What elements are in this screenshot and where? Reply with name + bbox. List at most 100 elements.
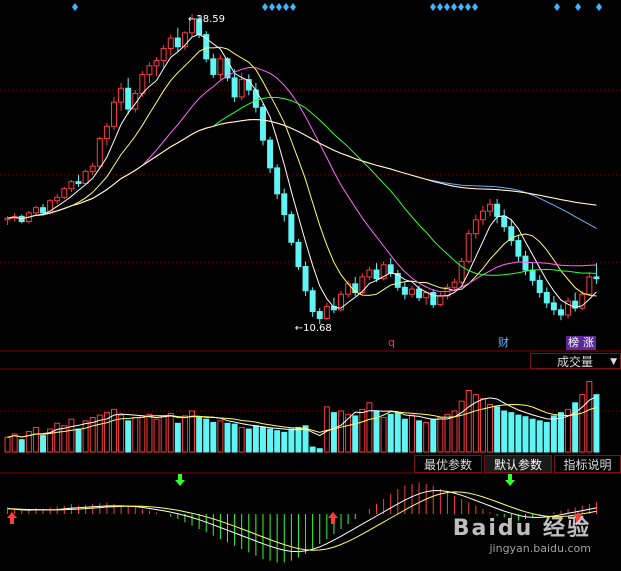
candle-body bbox=[118, 87, 125, 103]
candle-body bbox=[288, 214, 295, 243]
candle-body bbox=[54, 196, 61, 202]
volume-bar bbox=[231, 423, 238, 453]
volume-bar bbox=[68, 418, 75, 453]
volume-bar bbox=[394, 412, 401, 453]
event-marker-rank[interactable]: 榜 bbox=[566, 336, 581, 350]
candle-body bbox=[593, 276, 600, 280]
candle-body bbox=[61, 188, 68, 198]
volume-bar bbox=[75, 428, 82, 453]
volume-bar bbox=[281, 431, 288, 453]
indicator-help-button[interactable]: 指标说明 bbox=[554, 455, 621, 473]
volume-bar bbox=[416, 420, 423, 453]
signal-diamond-icon bbox=[465, 3, 471, 11]
candle-body bbox=[515, 240, 522, 257]
volume-bar bbox=[40, 435, 47, 453]
candle-body bbox=[103, 125, 110, 139]
volume-bar bbox=[181, 415, 188, 453]
signal-diamond-icon bbox=[290, 3, 296, 11]
stock-chart[interactable]: ←28.59 ←10.68 bbox=[0, 0, 621, 571]
low-price-label: ←10.68 bbox=[295, 323, 332, 334]
signal-diamond-icon bbox=[596, 3, 602, 11]
candle-body bbox=[451, 281, 458, 288]
volume-bar bbox=[515, 414, 522, 453]
volume-bar bbox=[338, 410, 345, 453]
candle-body bbox=[82, 170, 89, 184]
default-params-button[interactable]: 默认参数 bbox=[484, 455, 552, 473]
ma10-line bbox=[7, 46, 597, 297]
volume-bar bbox=[252, 425, 259, 453]
volume-bar bbox=[54, 422, 61, 453]
volume-ma10-line bbox=[7, 403, 597, 438]
volume-bar bbox=[267, 428, 274, 453]
volume-bar bbox=[25, 431, 32, 453]
candle-body bbox=[366, 269, 373, 278]
volume-bar bbox=[196, 417, 203, 453]
best-params-button[interactable]: 最优参数 bbox=[414, 455, 482, 473]
candle-body bbox=[323, 305, 330, 319]
candle-body bbox=[316, 311, 323, 319]
price-panel[interactable] bbox=[4, 14, 600, 324]
volume-bar bbox=[536, 420, 543, 453]
volume-bar bbox=[245, 428, 252, 453]
volume-bar bbox=[61, 425, 68, 453]
indicator-select[interactable]: 成交量 ▼ bbox=[530, 353, 621, 369]
volume-bar bbox=[217, 420, 224, 453]
candle-body bbox=[458, 260, 465, 283]
candle-body bbox=[494, 203, 501, 217]
volume-bar bbox=[118, 414, 125, 453]
volume-panel[interactable] bbox=[4, 380, 600, 453]
volume-bar bbox=[288, 428, 295, 453]
candle-body bbox=[536, 279, 543, 293]
candle-body bbox=[274, 167, 281, 195]
volume-bar bbox=[323, 406, 330, 453]
signal-diamond-icon bbox=[437, 3, 443, 11]
signal-diamond-icon bbox=[451, 3, 457, 11]
sell-arrow-icon bbox=[175, 474, 185, 486]
volume-bar bbox=[579, 394, 586, 453]
volume-bar bbox=[295, 426, 302, 453]
candle-body bbox=[437, 295, 444, 306]
high-price-label: ←28.59 bbox=[188, 14, 225, 25]
candle-body bbox=[32, 207, 39, 214]
volume-bar bbox=[146, 413, 153, 453]
volume-bar bbox=[210, 421, 217, 453]
volume-bar bbox=[408, 414, 415, 453]
event-marker-rise[interactable]: 涨 bbox=[581, 336, 596, 350]
event-marker-finance[interactable]: 财 bbox=[496, 336, 511, 350]
candle-body bbox=[238, 79, 245, 98]
candle-body bbox=[408, 288, 415, 295]
signal-diamond-icon bbox=[430, 3, 436, 11]
signal-diamond-icon bbox=[444, 3, 450, 11]
volume-bar bbox=[444, 413, 451, 453]
signal-diamond-icon bbox=[575, 3, 581, 11]
volume-bar bbox=[494, 406, 501, 453]
volume-bar bbox=[387, 413, 394, 453]
candle-body bbox=[387, 264, 394, 274]
volume-bar bbox=[423, 421, 430, 453]
candle-body bbox=[401, 286, 408, 295]
volume-bar bbox=[4, 436, 11, 453]
signal-diamond-icon bbox=[283, 3, 289, 11]
candle-body bbox=[522, 255, 529, 271]
candle-body bbox=[557, 309, 564, 316]
volume-bar bbox=[153, 418, 160, 453]
candle-body bbox=[217, 58, 224, 75]
ma5-line bbox=[7, 33, 597, 309]
volume-ma5-line bbox=[7, 396, 597, 438]
candle-body bbox=[75, 181, 82, 184]
event-marker-q[interactable]: q bbox=[386, 336, 397, 350]
indicator-select-label: 成交量 bbox=[557, 355, 594, 369]
volume-bar bbox=[401, 418, 408, 453]
candle-body bbox=[68, 181, 75, 190]
volume-bar bbox=[366, 402, 373, 453]
candle-body bbox=[373, 269, 380, 280]
volume-bar bbox=[224, 422, 231, 453]
candle-body bbox=[472, 219, 479, 235]
volume-bar bbox=[316, 448, 323, 453]
volume-bar bbox=[167, 412, 174, 453]
volume-bar bbox=[380, 417, 387, 453]
baidu-watermark: Baidu 经验 jingyan.baidu.com bbox=[453, 510, 591, 555]
signal-diamond-icon bbox=[472, 3, 478, 11]
volume-bar bbox=[352, 415, 359, 453]
candle-body bbox=[231, 77, 238, 98]
